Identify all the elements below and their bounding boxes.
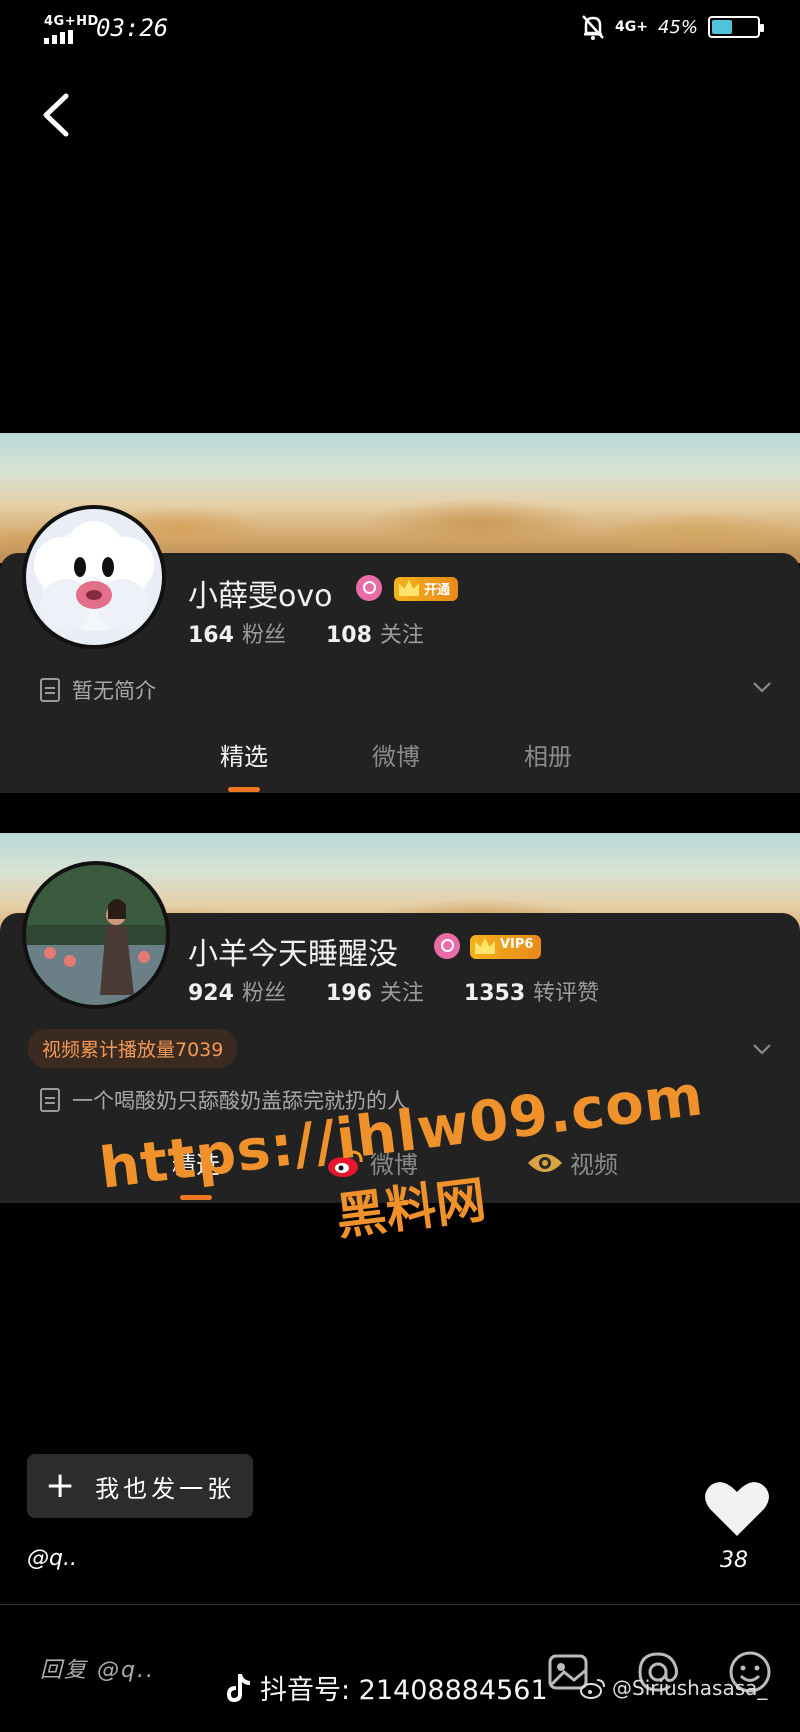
tiktok-icon: [227, 1673, 250, 1702]
heart-like-icon[interactable]: [704, 1478, 770, 1538]
status-bar: 4G+HD 03:26 4G+ 45%: [0, 0, 800, 60]
plus-icon: +: [45, 1465, 80, 1506]
battery-percent: 45%: [657, 16, 698, 38]
video-plays-badge: 视频累计播放量7039: [28, 1029, 238, 1068]
photo-avatar-icon: [26, 865, 166, 1005]
followers-stat[interactable]: 164 粉丝: [188, 617, 286, 649]
douyin-id: 抖音号: 21408884561: [224, 1668, 548, 1707]
document-icon: [40, 1088, 60, 1112]
post-too-button[interactable]: + 我也发一张: [27, 1454, 253, 1518]
profile-stats: 924 粉丝 196 关注 1353 转评赞: [188, 975, 599, 1007]
tab-weibo[interactable]: 微博: [372, 737, 420, 772]
tab-featured[interactable]: 精选: [220, 737, 268, 772]
verified-icon: [356, 575, 382, 601]
membership-badge[interactable]: 开通: [394, 577, 459, 601]
divider: [0, 1604, 800, 1605]
author-handle[interactable]: @q..: [27, 1546, 77, 1571]
like-count: 38: [720, 1548, 748, 1573]
avatar[interactable]: [22, 861, 170, 1009]
crown-icon: [399, 580, 419, 596]
followers-stat[interactable]: 924 粉丝: [188, 975, 286, 1007]
following-stat[interactable]: 108 关注: [326, 617, 424, 649]
avatar[interactable]: [22, 505, 166, 649]
document-icon: [40, 678, 60, 702]
weibo-logo-icon: [580, 1679, 605, 1699]
vip-badge[interactable]: VIP6: [470, 935, 542, 959]
mute-bell-icon: [582, 15, 604, 40]
tab-album[interactable]: 相册: [524, 737, 572, 772]
following-stat[interactable]: 196 关注: [326, 975, 424, 1007]
profile-intro: 暂无简介: [40, 675, 156, 705]
engagement-stat[interactable]: 1353 转评赞: [464, 975, 599, 1007]
post-button-label: 我也发一张: [95, 1474, 236, 1503]
chevron-down-icon[interactable]: [752, 1039, 772, 1059]
weibo-watermark: @Siriushasasa_: [580, 1676, 767, 1700]
cloud-avatar-icon: [34, 521, 154, 631]
profile-card-1: 小薛雯ovo 开通 164 粉丝 108 关注 暂无简介 精选 微博 相册: [0, 433, 800, 793]
network-type: 4G+HD: [44, 14, 99, 29]
mobile-data-type: 4G+: [615, 19, 648, 35]
back-arrow-icon[interactable]: [38, 92, 78, 138]
battery-icon: [708, 16, 764, 38]
profile-name: 小薛雯ovo: [188, 579, 333, 614]
reply-input[interactable]: 回复 @q..: [40, 1652, 155, 1684]
signal-strength-icon: [44, 30, 73, 44]
verified-icon: [434, 933, 460, 959]
profile-stats: 164 粉丝 108 关注: [188, 617, 424, 649]
status-time: 03:26: [96, 14, 169, 42]
chevron-down-icon[interactable]: [752, 677, 772, 697]
profile-name: 小羊今天睡醒没: [188, 937, 398, 972]
crown-icon: [475, 938, 495, 954]
